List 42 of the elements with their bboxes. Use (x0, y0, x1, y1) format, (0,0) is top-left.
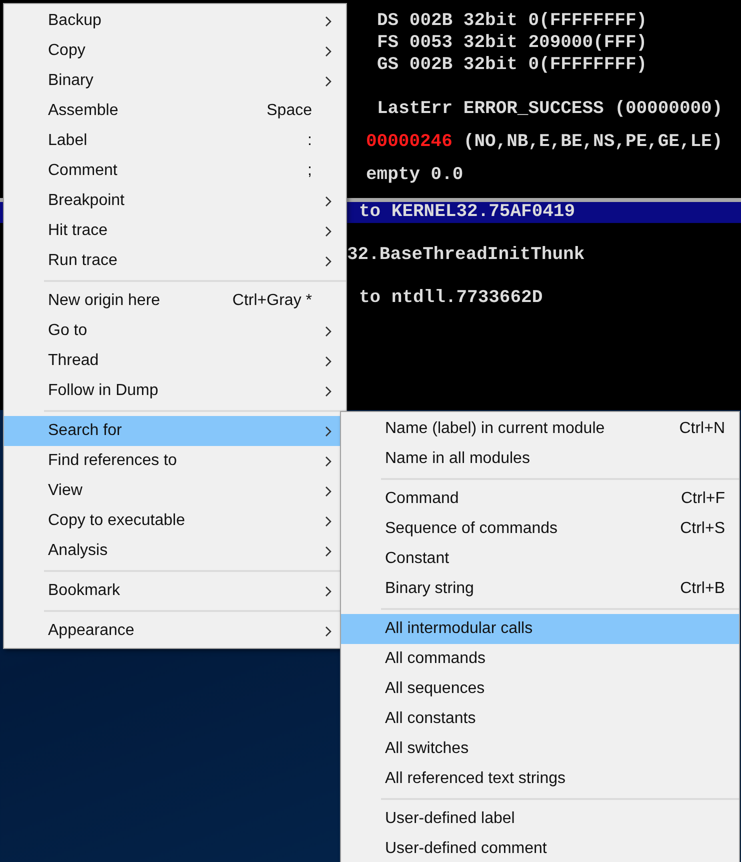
chevron-right-icon (325, 546, 332, 556)
chevron-right-icon (325, 46, 332, 56)
menu-item[interactable]: New origin here Ctrl+Gray * (4, 286, 346, 316)
chevron-right-icon (325, 486, 332, 496)
chevron-right-icon (325, 516, 332, 526)
menu-item[interactable]: All switches (341, 734, 739, 764)
menu-item[interactable]: Backup (4, 6, 346, 36)
chevron-right-icon (325, 326, 332, 336)
chevron-right-icon (325, 356, 332, 366)
chevron-right-icon (325, 256, 332, 266)
menu-item[interactable]: Label : (4, 126, 346, 156)
menu-item[interactable]: Thread (4, 346, 346, 376)
menu-item[interactable]: Follow in Dump (4, 376, 346, 406)
register-text: 00000246 (366, 130, 452, 154)
register-text: (NO,NB,E,BE,NS,PE,GE,LE) (463, 130, 723, 154)
chevron-right-icon (325, 586, 332, 596)
menu-item[interactable]: Copy (4, 36, 346, 66)
menu-item[interactable]: User-defined label (341, 804, 739, 834)
menu-item[interactable]: All referenced text strings (341, 764, 739, 794)
menu-item[interactable]: Binary (4, 66, 346, 96)
chevron-right-icon (325, 456, 332, 466)
chevron-right-icon (325, 626, 332, 636)
chevron-right-icon (325, 196, 332, 206)
menu-item[interactable]: Comment ; (4, 156, 346, 186)
menu-item[interactable]: All commands (341, 644, 739, 674)
register-text: LastErr ERROR_SUCCESS (00000000) (377, 98, 723, 120)
register-text: FS 0053 32bit 209000(FFF) (377, 32, 648, 54)
register-text: DS 002B 32bit 0(FFFFFFFF) (377, 10, 648, 32)
chevron-right-icon (325, 226, 332, 236)
menu-item[interactable]: Assemble Space (4, 96, 346, 126)
register-text: empty 0.0 (366, 164, 464, 186)
menu-item[interactable]: All intermodular calls (341, 614, 739, 644)
chevron-right-icon (325, 16, 332, 26)
menu-item[interactable]: All sequences (341, 674, 739, 704)
menu-item[interactable]: Go to (4, 316, 346, 346)
chevron-right-icon (325, 426, 332, 436)
menu-item[interactable]: Run trace (4, 246, 346, 276)
menu-item[interactable]: User-defined comment (341, 834, 739, 862)
register-text: GS 002B 32bit 0(FFFFFFFF) (377, 54, 648, 76)
menu-item[interactable]: All constants (341, 704, 739, 734)
chevron-right-icon (325, 386, 332, 396)
chevron-right-icon (325, 76, 332, 86)
